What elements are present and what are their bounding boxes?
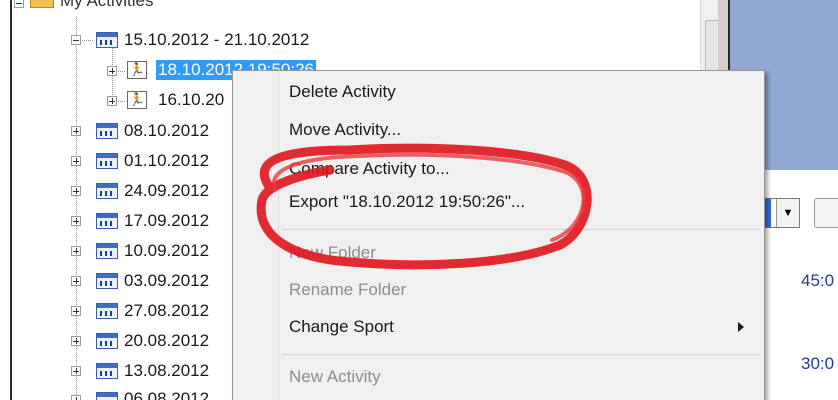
tree-expander-icon[interactable] (71, 395, 81, 400)
chevron-down-icon[interactable]: ▼ (776, 199, 799, 227)
tree-week-item[interactable]: 08.10.2012 (124, 121, 209, 141)
tree-expander-icon[interactable] (71, 35, 81, 45)
time-value: 30:0 (801, 354, 835, 373)
app-window: My Activities 15.10.2012 - 21.10.2012 🏃 … (0, 0, 838, 400)
menu-gutter (278, 71, 279, 400)
menu-item-compare-activity[interactable]: Compare Activity to... (289, 159, 450, 179)
context-menu: Delete Activity Move Activity... Compare… (232, 70, 765, 400)
tree-week-item[interactable]: 06.08.2012 (124, 389, 209, 400)
tree-expander-icon[interactable] (14, 0, 24, 8)
tree-week-item[interactable]: 13.08.2012 (124, 361, 209, 381)
calendar-icon (96, 303, 118, 319)
calendar-icon (96, 32, 118, 48)
time-value: 45:0 (801, 271, 835, 290)
menu-item-change-sport[interactable]: Change Sport (289, 317, 394, 337)
calendar-icon (96, 392, 118, 400)
menu-separator (281, 229, 760, 230)
menu-item-new-folder: New Folder (289, 243, 376, 262)
tree-expander-icon[interactable] (71, 186, 81, 196)
tree-expander-icon[interactable] (107, 66, 117, 76)
tree-expander-icon[interactable] (71, 306, 81, 316)
calendar-icon (96, 183, 118, 199)
tree-expander-icon[interactable] (71, 126, 81, 136)
calendar-icon (96, 123, 118, 139)
tree-expander-icon[interactable] (71, 246, 81, 256)
tree-expander-icon[interactable] (107, 96, 117, 106)
tree-week-item[interactable]: 24.09.2012 (124, 181, 209, 201)
menu-separator (281, 354, 760, 355)
tree-week-item[interactable]: 10.09.2012 (124, 241, 209, 261)
menu-item-move-activity[interactable]: Move Activity... (289, 120, 401, 140)
tree-guide-line (82, 40, 94, 41)
menu-item-export-activity[interactable]: Export "18.10.2012 19:50:26"... (289, 192, 525, 212)
tree-expander-icon[interactable] (71, 276, 81, 286)
tree-week-item[interactable]: 01.10.2012 (124, 151, 209, 171)
calendar-icon (96, 363, 118, 379)
tree-expander-icon[interactable] (71, 216, 81, 226)
calendar-icon (96, 273, 118, 289)
tree-guide-line (118, 71, 126, 72)
tree-week-item[interactable]: 17.09.2012 (124, 211, 209, 231)
tree-week-item[interactable]: 27.08.2012 (124, 301, 209, 321)
running-activity-icon: 🏃 (127, 61, 147, 79)
tree-guide-line (118, 101, 126, 102)
tree-root-label[interactable]: My Activities (60, 0, 154, 11)
running-activity-icon: 🏃 (127, 91, 147, 109)
menu-item-delete-activity[interactable]: Delete Activity (289, 82, 396, 102)
menu-item-rename-folder: Rename Folder (289, 280, 407, 299)
calendar-icon (96, 213, 118, 229)
folder-icon (30, 0, 54, 8)
submenu-arrow-icon (738, 322, 744, 332)
tree-expander-icon[interactable] (71, 156, 81, 166)
calendar-icon (96, 333, 118, 349)
tree-expander-icon[interactable] (71, 366, 81, 376)
tree-activity-item[interactable]: 16.10.20 (158, 90, 224, 110)
calendar-icon (96, 243, 118, 259)
right-panel-button[interactable] (814, 198, 838, 228)
tree-week-item[interactable]: 20.08.2012 (124, 331, 209, 351)
tree-week-item[interactable]: 03.09.2012 (124, 271, 209, 291)
tree-week-label[interactable]: 15.10.2012 - 21.10.2012 (124, 30, 309, 50)
calendar-icon (96, 153, 118, 169)
menu-item-new-activity: New Activity (289, 367, 381, 386)
tree-expander-icon[interactable] (71, 336, 81, 346)
